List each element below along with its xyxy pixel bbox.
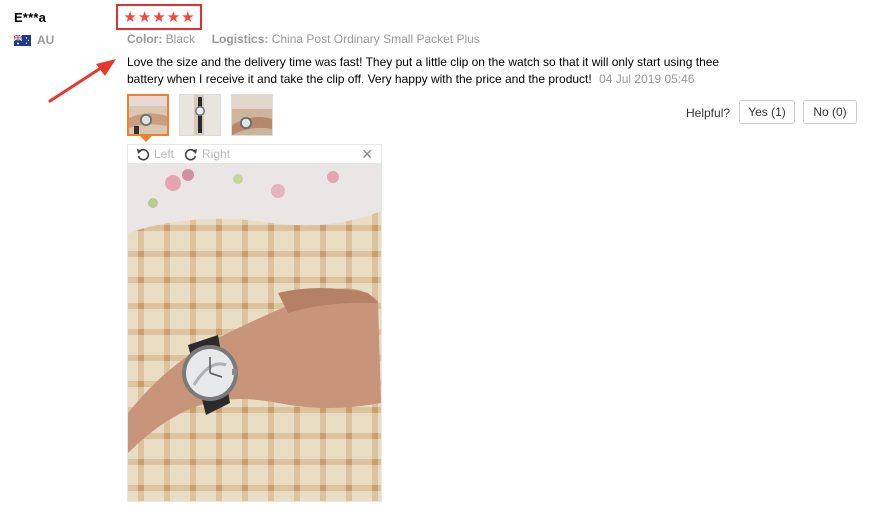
close-icon[interactable]: ✕ (361, 146, 373, 163)
annotation-arrow-icon (48, 59, 116, 103)
star-icon: ★ (152, 8, 166, 26)
viewer-toolbar: Left Right ✕ (128, 145, 381, 163)
helpful-yes-button[interactable]: Yes (1) (739, 100, 795, 124)
photo-thumbnails (127, 94, 273, 136)
photo-thumbnail-2[interactable] (179, 94, 221, 136)
rotate-right-button[interactable]: Right (184, 147, 230, 161)
photo-thumbnail-1[interactable] (127, 94, 169, 136)
rotate-right-icon (184, 148, 198, 161)
active-thumbnail-pointer (140, 136, 152, 142)
star-icon: ★ (166, 8, 181, 26)
australia-flag-icon (14, 34, 31, 46)
rating-highlight-box: ★ ★ ★ ★ ★ (116, 4, 202, 30)
rotate-left-label: Left (154, 147, 175, 161)
photo-viewer: Left Right ✕ (127, 144, 382, 502)
helpful-label: Helpful? (686, 106, 731, 120)
review-photo (128, 163, 381, 501)
helpful-no-button[interactable]: No (0) (803, 100, 857, 124)
review-text-block: Love the size and the delivery time was … (127, 54, 739, 88)
review-date: 04 Jul 2019 05:46 (599, 72, 695, 86)
logistics-label: Logistics: (211, 32, 269, 46)
color-value: Black (165, 32, 196, 46)
rotate-right-label: Right (202, 147, 231, 161)
star-icon: ★ (123, 8, 137, 26)
country-code: AU (37, 33, 55, 47)
star-icon: ★ (181, 8, 195, 26)
reviewer-country: AU (14, 33, 54, 47)
color-label: Color: (127, 32, 163, 46)
order-meta: Color: Black Logistics: China Post Ordin… (127, 32, 480, 46)
star-icon: ★ (137, 8, 152, 26)
reviewer-name: E***a (14, 10, 47, 25)
logistics-value: China Post Ordinary Small Packet Plus (271, 32, 480, 46)
rotate-left-button[interactable]: Left (136, 147, 174, 161)
rotate-left-icon (137, 148, 150, 161)
star-rating: ★ ★ ★ ★ ★ (123, 10, 194, 25)
photo-thumbnail-3[interactable] (231, 94, 273, 136)
